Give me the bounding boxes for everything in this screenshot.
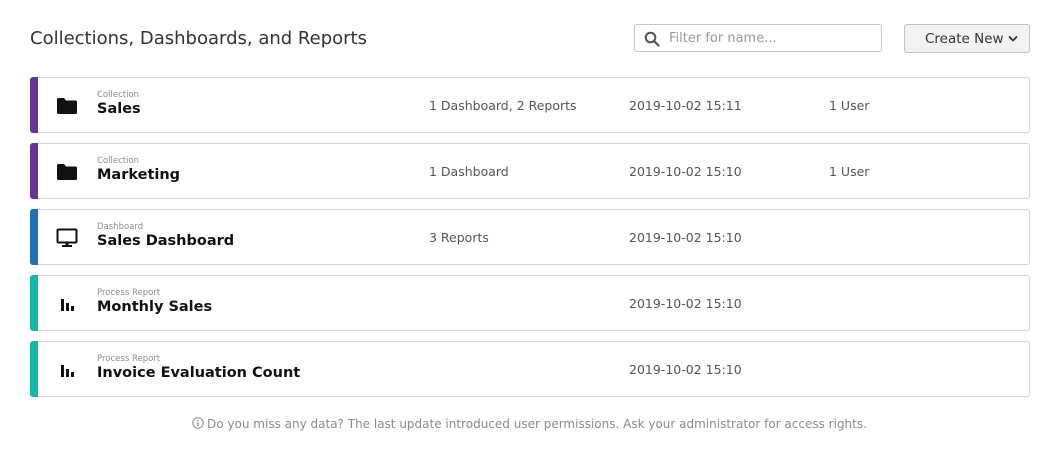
- type-color-bar: [30, 209, 38, 265]
- type-label: Dashboard: [97, 222, 144, 232]
- entity-users: 1 User: [829, 164, 870, 179]
- type-color-bar: [30, 143, 38, 199]
- entity-contents: 1 Dashboard, 2 Reports: [429, 98, 577, 113]
- search-box[interactable]: [634, 24, 882, 52]
- entity-modified-date: 2019-10-02 15:10: [629, 230, 742, 245]
- list-item[interactable]: Collection Sales 1 Dashboard, 2 Reports …: [30, 77, 1030, 133]
- chevron-down-icon: [1008, 36, 1018, 42]
- monitor-icon: [56, 228, 78, 247]
- entity-modified-date: 2019-10-02 15:10: [629, 164, 742, 179]
- entity-name: Monthly Sales: [97, 299, 213, 315]
- folder-icon: [57, 98, 77, 114]
- entity-name: Marketing: [97, 167, 181, 183]
- create-new-button[interactable]: Create New: [904, 24, 1030, 53]
- permissions-notice-text: Do you miss any data? The last update in…: [207, 417, 867, 431]
- entity-modified-date: 2019-10-02 15:10: [629, 296, 742, 311]
- type-label: Collection: [97, 156, 140, 166]
- type-color-bar: [30, 341, 38, 397]
- type-color-bar: [30, 275, 38, 331]
- search-icon: [644, 31, 660, 47]
- entity-list: Collection Sales 1 Dashboard, 2 Reports …: [30, 77, 1030, 407]
- entity-name: Sales Dashboard: [97, 233, 235, 249]
- search-input[interactable]: [669, 27, 874, 49]
- entity-users: 1 User: [829, 98, 870, 113]
- entity-name: Invoice Evaluation Count: [97, 365, 301, 381]
- list-item[interactable]: Process Report Invoice Evaluation Count …: [30, 341, 1030, 397]
- folder-icon: [57, 164, 77, 180]
- entity-modified-date: 2019-10-02 15:11: [629, 98, 742, 113]
- type-color-bar: [30, 77, 38, 133]
- entity-contents: 3 Reports: [429, 230, 489, 245]
- bar-chart-icon: [61, 365, 74, 377]
- bar-chart-icon: [61, 299, 74, 311]
- page-title: Collections, Dashboards, and Reports: [30, 28, 367, 49]
- list-item[interactable]: Process Report Monthly Sales 2019-10-02 …: [30, 275, 1030, 331]
- list-item[interactable]: Dashboard Sales Dashboard 3 Reports 2019…: [30, 209, 1030, 265]
- page: Collections, Dashboards, and Reports Cre…: [0, 0, 1059, 471]
- entity-modified-date: 2019-10-02 15:10: [629, 362, 742, 377]
- type-label: Collection: [97, 90, 140, 100]
- create-new-label: Create New: [925, 31, 1004, 47]
- permissions-notice: Do you miss any data? The last update in…: [0, 417, 1059, 431]
- list-item[interactable]: Collection Marketing 1 Dashboard 2019-10…: [30, 143, 1030, 199]
- info-icon: [192, 417, 204, 429]
- type-label: Process Report: [97, 288, 161, 298]
- entity-name: Sales: [97, 101, 141, 117]
- entity-contents: 1 Dashboard: [429, 164, 509, 179]
- type-label: Process Report: [97, 354, 161, 364]
